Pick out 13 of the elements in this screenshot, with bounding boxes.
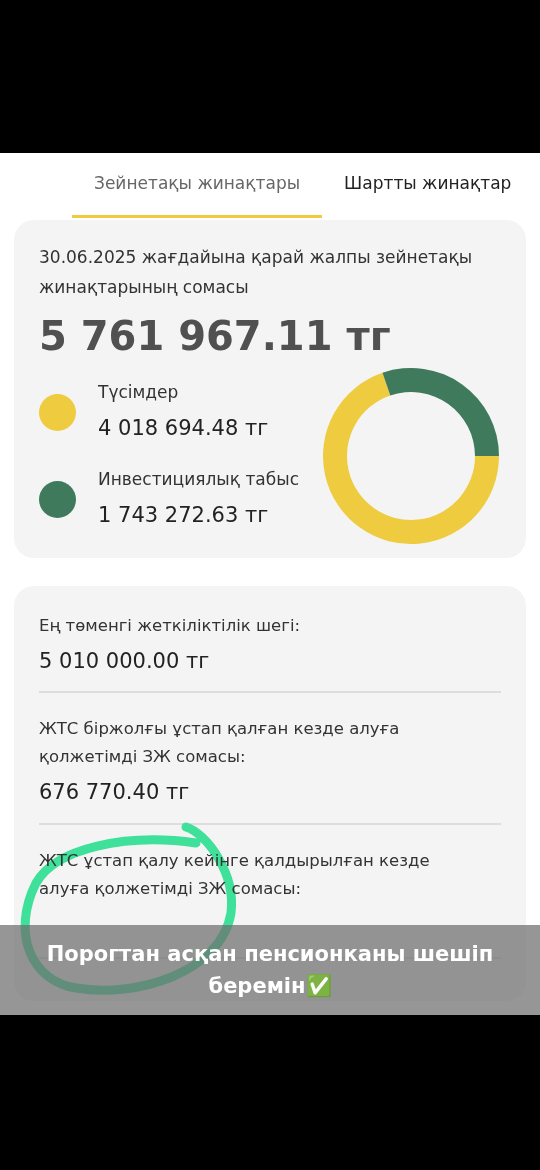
caption-text: Порогтан асқан пенсионканы шешіп беремін✅ <box>45 941 495 1000</box>
legend-value: 4 018 694.48 тг <box>98 415 269 442</box>
tab[interactable]: Шартты жинақтар <box>322 171 534 218</box>
total-amount: 5 761 967.11 тг <box>39 311 392 361</box>
legend-label: Түсімдер <box>98 380 180 404</box>
detail-label: Ең төменгі жеткіліктілік шегі: <box>39 614 302 637</box>
legend-label: Инвестициялық табыс <box>98 467 299 491</box>
detail-label: ЖТС біржолғы ұстап қалған кезде алуға қолжетімді ЗЖ сомасы: <box>39 718 401 768</box>
tab[interactable]: Зейнетақы жинақтары <box>72 171 323 218</box>
summary-caption: 30.06.2025 жағдайына қарай жалпы зейнетақы жинақтарының сомасы <box>39 245 474 299</box>
legend-value: 1 743 272.63 тг <box>98 502 270 529</box>
detail-value: 676 770.40 тг <box>39 779 191 806</box>
detail-value: 5 010 000.00 тг <box>39 647 211 675</box>
